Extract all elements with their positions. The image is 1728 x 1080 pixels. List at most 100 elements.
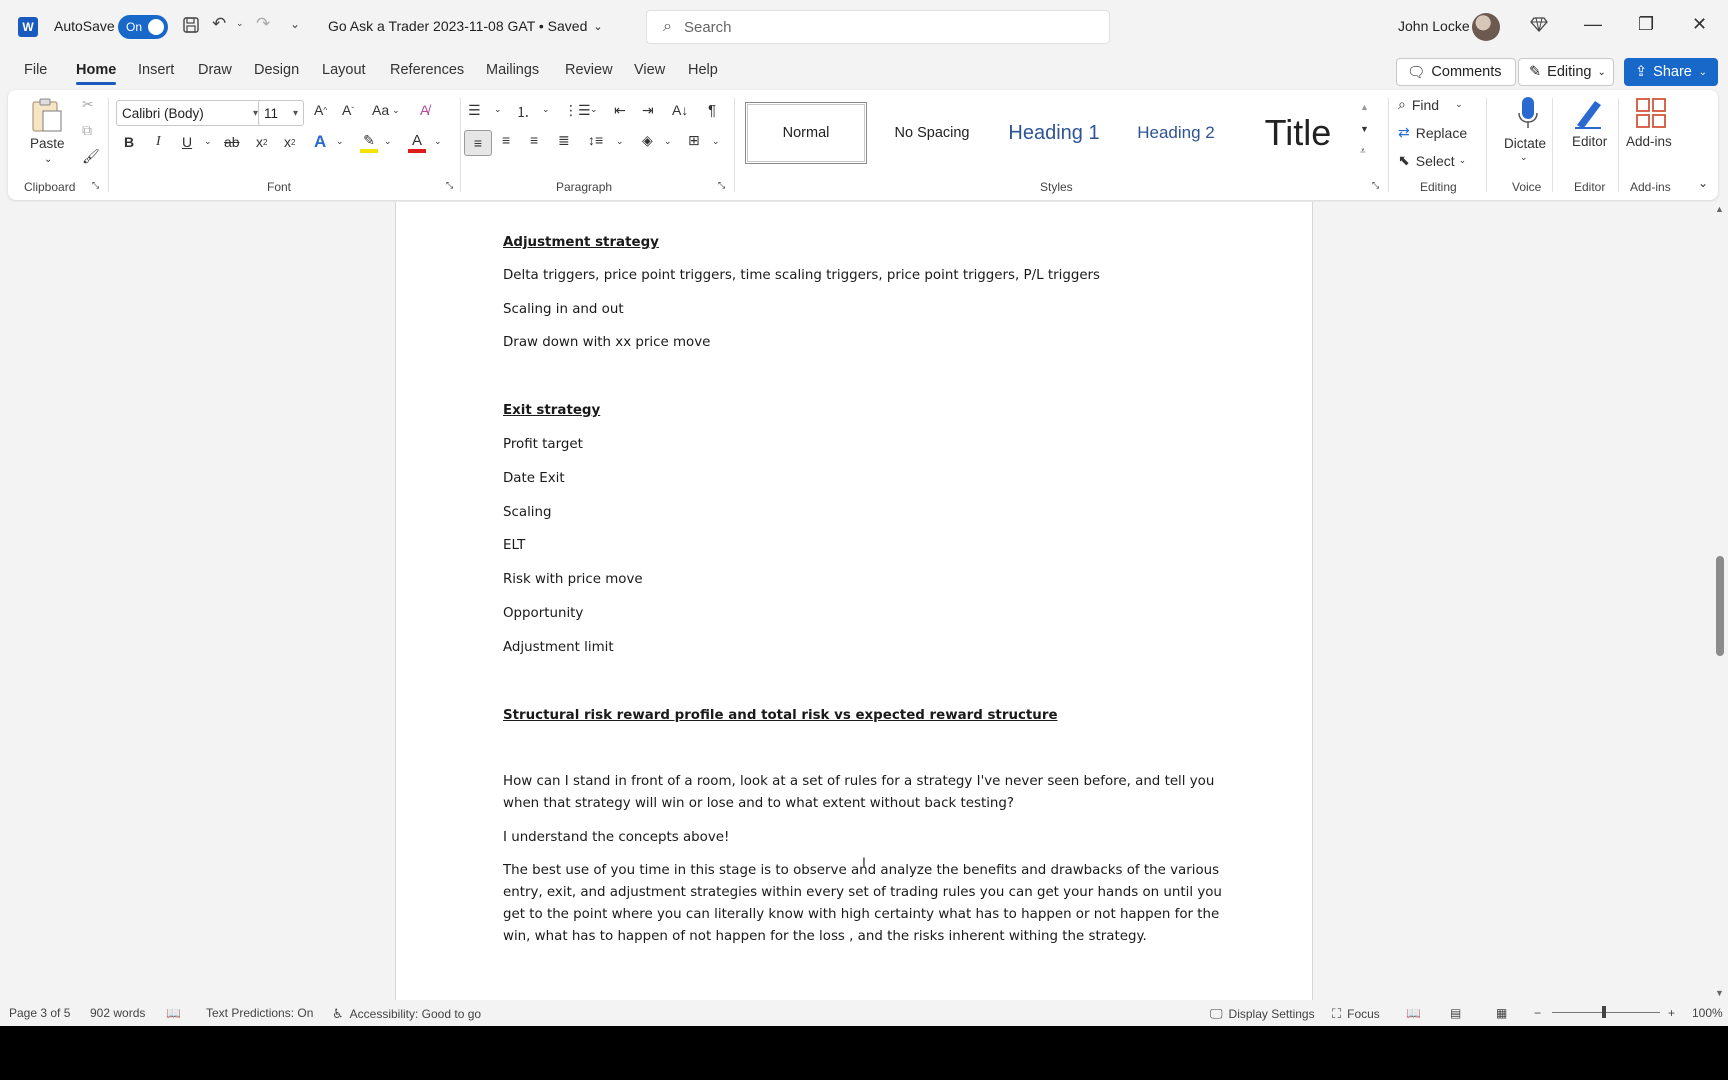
highlight-icon[interactable]: ✎ — [358, 130, 380, 154]
borders-icon[interactable]: ⊞ — [688, 132, 700, 149]
chevron-down-icon[interactable]: ⌄ — [616, 136, 624, 147]
font-color-icon[interactable]: A — [406, 130, 428, 154]
style-heading-1[interactable]: Heading 1 — [993, 102, 1115, 164]
chevron-down-icon[interactable]: ⌄ — [384, 136, 392, 147]
zoom-level[interactable]: 100% — [1692, 1006, 1723, 1020]
undo-dropdown-icon[interactable]: ⌄ — [236, 18, 244, 29]
bold-icon[interactable]: B — [124, 134, 134, 150]
undo-icon[interactable]: ↶ — [212, 14, 226, 34]
editor-pen-icon[interactable] — [1568, 94, 1608, 132]
tab-review[interactable]: Review — [565, 62, 613, 78]
copy-icon[interactable]: ⧉ — [82, 122, 92, 139]
tab-design[interactable]: Design — [254, 62, 299, 78]
minimize-icon[interactable]: — — [1584, 14, 1602, 35]
multilevel-list-icon[interactable]: ⋮☰ — [564, 102, 591, 119]
tab-mailings[interactable]: Mailings — [486, 62, 539, 78]
shading-icon[interactable]: ◈ — [642, 132, 653, 149]
save-icon[interactable] — [182, 16, 200, 34]
print-layout-icon[interactable]: ▤ — [1450, 1006, 1461, 1020]
chevron-down-icon[interactable]: ⌄ — [542, 104, 550, 115]
chevron-down-icon[interactable]: ⌄ — [336, 136, 344, 147]
diamond-icon[interactable] — [1530, 15, 1548, 33]
zoom-in-icon[interactable]: + — [1668, 1006, 1675, 1020]
grow-font-icon[interactable]: A ^ — [314, 102, 327, 118]
redo-icon[interactable]: ↷ — [256, 14, 270, 34]
autosave-toggle[interactable]: On — [118, 15, 168, 39]
format-painter-icon[interactable]: 🖌 — [82, 148, 100, 165]
chevron-down-icon[interactable]: ⌄ — [434, 136, 442, 147]
dialog-launcher-icon[interactable]: ⤡ — [446, 180, 453, 191]
word-count[interactable]: 902 words — [90, 1006, 145, 1020]
justify-icon[interactable]: ≣ — [558, 132, 570, 149]
style-heading-2[interactable]: Heading 2 — [1115, 102, 1237, 164]
add-ins-icon[interactable] — [1632, 96, 1670, 130]
align-left-icon[interactable]: ≡ — [464, 130, 492, 156]
tab-references[interactable]: References — [390, 62, 464, 78]
tab-home[interactable]: Home — [76, 62, 117, 85]
styles-scroll-up-icon[interactable]: ▲ — [1360, 102, 1369, 112]
sort-icon[interactable]: A↓ — [672, 102, 688, 118]
document-title[interactable]: Go Ask a Trader 2023-11-08 GAT • Saved ⌄ — [328, 18, 603, 34]
editing-mode-button[interactable]: ✎ Editing ⌄ — [1518, 58, 1614, 86]
tab-file[interactable]: File — [24, 62, 47, 78]
zoom-out-icon[interactable]: − — [1534, 1006, 1541, 1020]
change-case-icon[interactable]: Aa ⌄ — [372, 102, 400, 118]
subscript-icon[interactable]: x2 — [256, 134, 267, 150]
tab-view[interactable]: View — [634, 62, 665, 78]
text-predictions[interactable]: Text Predictions: On — [206, 1006, 313, 1020]
scroll-thumb[interactable] — [1716, 556, 1724, 656]
text-effects-icon[interactable]: A — [314, 132, 326, 152]
font-size-select[interactable]: 11 ▾ — [258, 100, 304, 126]
paste-label[interactable]: Paste — [30, 136, 65, 151]
customize-toolbar-icon[interactable]: ⌄ — [290, 17, 300, 31]
document-page[interactable]: Adjustment strategy Delta triggers, pric… — [395, 202, 1313, 1000]
style-title[interactable]: Title — [1237, 102, 1359, 164]
replace-button[interactable]: ⇄ Replace — [1398, 124, 1467, 141]
scroll-down-icon[interactable]: ▼ — [1715, 988, 1724, 998]
strikethrough-icon[interactable]: ab — [224, 134, 240, 150]
scroll-up-icon[interactable]: ▲ — [1715, 204, 1724, 214]
web-layout-icon[interactable]: ▦ — [1496, 1006, 1507, 1020]
zoom-slider[interactable] — [1552, 1012, 1660, 1013]
increase-indent-icon[interactable]: ⇥ — [642, 102, 654, 119]
share-button[interactable]: ⇪ Share ⌄ — [1624, 58, 1718, 86]
styles-scroll-down-icon[interactable]: ▼ — [1360, 124, 1369, 134]
align-center-icon[interactable]: ≡ — [502, 132, 510, 148]
dialog-launcher-icon[interactable]: ⤡ — [1372, 180, 1379, 191]
tab-layout[interactable]: Layout — [322, 62, 366, 78]
cut-icon[interactable]: ✂ — [82, 96, 94, 113]
proofing-icon[interactable]: 📖 — [166, 1006, 181, 1020]
search-input[interactable]: ⌕ Search — [646, 10, 1110, 44]
clear-formatting-icon[interactable]: A̸ — [420, 102, 429, 118]
styles-more-icon[interactable]: ⩡ — [1360, 146, 1366, 157]
find-button[interactable]: ⌕ Find ⌄ — [1398, 96, 1463, 113]
paste-icon[interactable] — [28, 96, 64, 134]
dialog-launcher-icon[interactable]: ⤡ — [718, 180, 725, 191]
decrease-indent-icon[interactable]: ⇤ — [614, 102, 626, 119]
microphone-icon[interactable] — [1508, 94, 1548, 132]
style-normal[interactable]: Normal — [745, 102, 867, 164]
chevron-down-icon[interactable]: ⌄ — [494, 104, 502, 115]
vertical-scrollbar[interactable]: ▲ ▼ — [1712, 202, 1728, 1000]
bullets-icon[interactable]: ☰ — [468, 102, 481, 119]
comments-button[interactable]: 🗨 Comments — [1396, 58, 1516, 86]
chevron-down-icon[interactable]: ⌄ — [590, 104, 598, 115]
chevron-down-icon[interactable]: ⌄ — [664, 136, 672, 147]
align-right-icon[interactable]: ≡ — [530, 132, 538, 148]
tab-insert[interactable]: Insert — [138, 62, 174, 78]
chevron-down-icon[interactable]: ⌄ — [44, 154, 52, 165]
accessibility-status[interactable]: ♿ Accessibility: Good to go — [332, 1006, 481, 1022]
editor-label[interactable]: Editor — [1572, 134, 1607, 149]
font-name-select[interactable]: Calibri (Body) ▾ — [116, 100, 264, 126]
select-button[interactable]: ⬉ Select ⌄ — [1398, 152, 1466, 169]
chevron-down-icon[interactable]: ⌄ — [204, 136, 212, 147]
zoom-slider-thumb[interactable] — [1602, 1006, 1606, 1018]
page-indicator[interactable]: Page 3 of 5 — [9, 1006, 70, 1020]
dialog-launcher-icon[interactable]: ⤡ — [92, 180, 99, 191]
display-settings-button[interactable]: 🖵 Display Settings — [1210, 1006, 1315, 1022]
style-no-spacing[interactable]: No Spacing — [871, 102, 993, 164]
close-icon[interactable]: ✕ — [1692, 14, 1707, 35]
restore-icon[interactable]: ❐ — [1638, 14, 1654, 35]
user-name[interactable]: John Locke — [1398, 18, 1470, 34]
line-spacing-icon[interactable]: ↕≡ — [588, 132, 603, 148]
